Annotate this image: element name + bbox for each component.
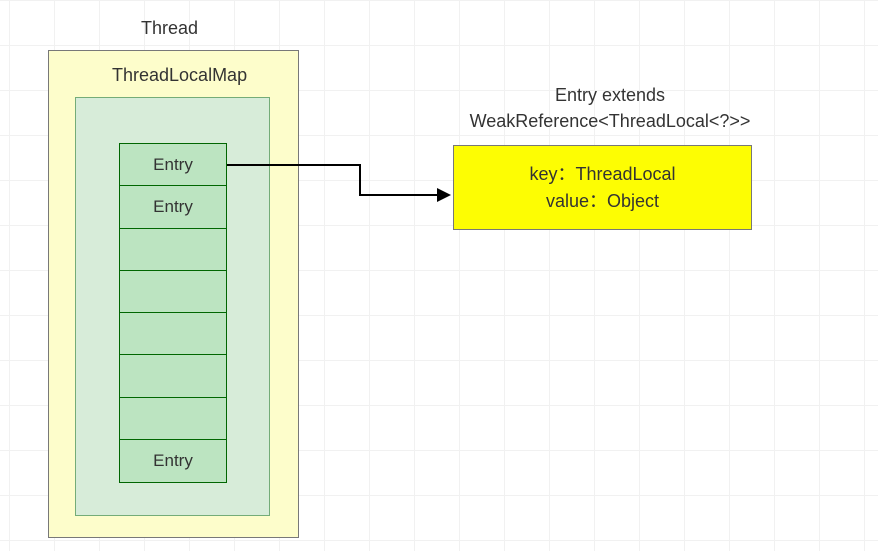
threadlocalmap-title: ThreadLocalMap <box>112 65 247 86</box>
arrow-entry-to-definition <box>227 155 453 205</box>
entry-definition-box: key：ThreadLocal value：Object <box>453 145 752 230</box>
entry-field-key: key：ThreadLocal <box>529 161 675 187</box>
entry-cell <box>119 354 227 398</box>
entry-cell <box>119 397 227 441</box>
thread-class-label: Thread <box>141 18 198 39</box>
entries-array: Entry Entry Entry <box>119 143 227 493</box>
entry-cell <box>119 312 227 356</box>
entry-heading-line1: Entry extends <box>555 85 665 105</box>
entry-cell <box>119 228 227 272</box>
entry-cell: Entry <box>119 185 227 229</box>
entry-definition-heading: Entry extends WeakReference<ThreadLocal<… <box>450 82 770 134</box>
entry-cell: Entry <box>119 143 227 187</box>
entry-cell <box>119 270 227 314</box>
entry-field-value: value：Object <box>546 188 659 214</box>
entry-cell: Entry <box>119 439 227 483</box>
entry-heading-line2: WeakReference<ThreadLocal<?>> <box>470 111 751 131</box>
